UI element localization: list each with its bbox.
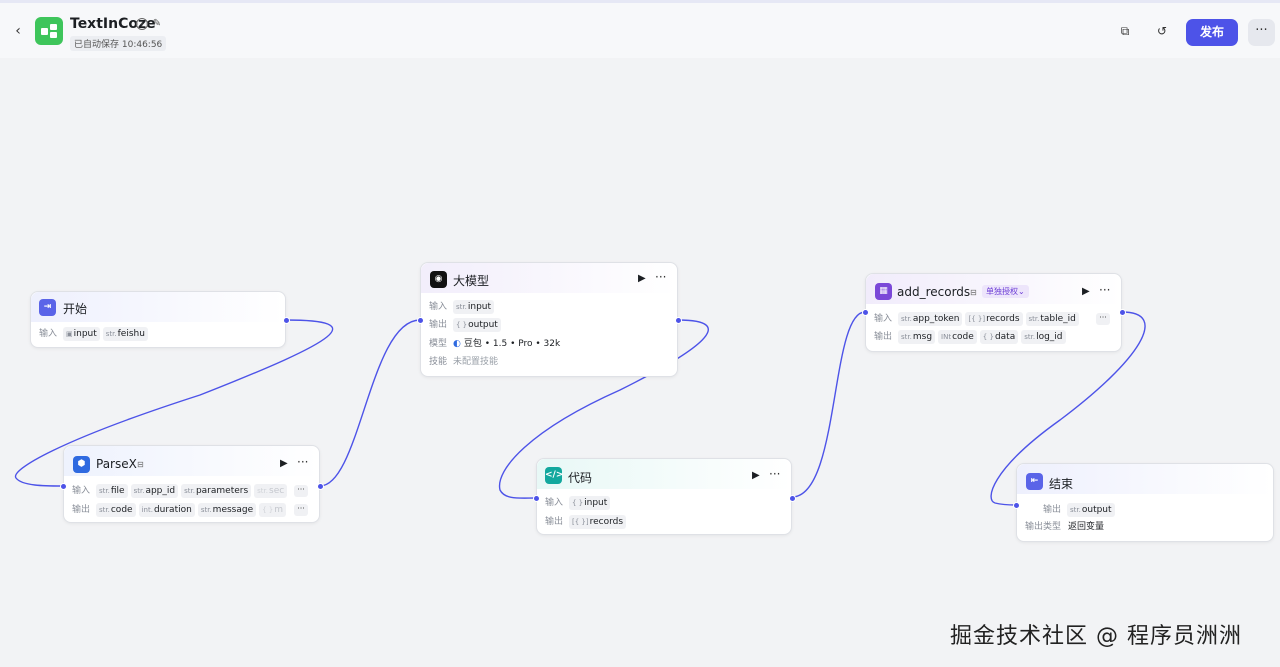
run-icon[interactable]: ▶ xyxy=(752,470,760,481)
output-port[interactable] xyxy=(1119,309,1126,316)
node-more-button[interactable]: ··· xyxy=(655,270,666,284)
info-icon[interactable]: i xyxy=(136,18,148,30)
add-records-node[interactable]: ▦ add_records ⊟ 单独授权⌄ ▶ ··· 输入 str.app_to… xyxy=(862,273,1126,352)
doc-icon: ⊟ xyxy=(970,288,977,297)
end-output-row: 输出 str.output xyxy=(1043,503,1118,517)
watermark: 掘金技术社区 @ 程序员洲洲 xyxy=(950,624,1242,649)
llm-skill-row: 技能 未配置技能 xyxy=(429,357,499,367)
doubao-icon: ◐ xyxy=(453,339,461,349)
app-logo xyxy=(35,17,63,45)
llm-output-row: 输出{ }output xyxy=(429,318,504,332)
edge-code-addrecords xyxy=(791,311,866,498)
chevron-left-icon[interactable]: ‹ xyxy=(10,23,26,39)
input-port[interactable] xyxy=(862,309,869,316)
llm-model-row: 模型 ◐ 豆包 • 1.5 • Pro • 32k xyxy=(429,339,561,349)
code-input-row: 输入{ }input xyxy=(545,496,613,510)
node-title: add_records xyxy=(897,285,971,299)
output-port[interactable] xyxy=(317,483,324,490)
run-icon[interactable]: ▶ xyxy=(280,458,288,469)
add-records-output-row: 输出 str.msg INtcode{ }data str.log_id xyxy=(874,330,1069,344)
more-options-button[interactable]: ··· xyxy=(1248,19,1275,46)
parsex-output-row: 输出 str.code int.duration str.message{ }m xyxy=(72,503,289,517)
node-more-button[interactable]: ··· xyxy=(1099,283,1110,297)
input-port[interactable] xyxy=(533,495,540,502)
run-icon[interactable]: ▶ xyxy=(638,273,646,284)
code-output-row: 输出[{ }]records xyxy=(545,515,629,529)
history-icon[interactable]: ↺ xyxy=(1155,24,1169,38)
node-more-button[interactable]: ··· xyxy=(297,455,308,469)
input-port[interactable] xyxy=(417,317,424,324)
code-icon: </> xyxy=(545,467,563,484)
node-title: 结束 xyxy=(1049,477,1074,491)
node-title: 大模型 xyxy=(453,274,490,288)
plugin-icon: ⬢ xyxy=(73,456,90,473)
node-title: 开始 xyxy=(63,302,88,316)
end-output-type-row: 输出类型 返回变量 xyxy=(1025,522,1105,532)
edit-icon[interactable]: ✎ xyxy=(151,18,163,30)
image-icon: ▣ xyxy=(66,330,73,338)
add-records-input-row: 输入 str.app_token[{ }]records str.table_id xyxy=(874,312,1082,326)
doc-icon: ⊟ xyxy=(137,460,144,469)
llm-node[interactable]: ◉ 大模型 ▶ ··· 输入 str.input 输出{ }output 模型 ◐ 豆… xyxy=(417,262,682,377)
copy-icon[interactable]: ⧉ xyxy=(1118,24,1132,38)
autosave-status: 已自动保存 10:46:56 xyxy=(70,36,167,51)
run-icon[interactable]: ▶ xyxy=(1082,286,1090,297)
auth-dropdown[interactable]: 单独授权⌄ xyxy=(982,285,1029,298)
start-input-row: 输入 ▣input str.feishu xyxy=(39,327,151,341)
llm-input-row: 输入 str.input xyxy=(429,300,497,314)
code-node[interactable]: </> 代码 ▶ ··· 输入{ }input 输出[{ }]records xyxy=(533,458,796,535)
node-title: 代码 xyxy=(568,471,593,485)
edge-parsex-llm xyxy=(319,319,421,487)
llm-icon: ◉ xyxy=(430,271,447,288)
table-icon: ▦ xyxy=(875,283,892,300)
input-port[interactable] xyxy=(60,483,67,490)
input-port[interactable] xyxy=(1013,502,1020,509)
start-icon: ⇥ xyxy=(39,299,56,316)
output-port[interactable] xyxy=(283,317,290,324)
node-more-button[interactable]: ··· xyxy=(769,467,780,481)
expand-inputs-button[interactable]: ··· xyxy=(1096,313,1110,325)
start-node[interactable]: ⇥ 开始 输入 ▣input str.feishu xyxy=(30,291,290,348)
end-icon: ⇤ xyxy=(1026,473,1043,490)
parsex-input-row: 输入 str.file str.app_id str.parameters str.se… xyxy=(72,484,290,498)
parsex-node[interactable]: ⬢ ParseX ⊟ ▶ ··· 输入 str.file str.app_id str… xyxy=(60,445,324,523)
output-port[interactable] xyxy=(675,317,682,324)
node-title: ParseX xyxy=(96,457,137,471)
end-node[interactable]: ⇤ 结束 输出 str.output 输出类型 返回变量 xyxy=(1013,463,1274,542)
expand-inputs-button[interactable]: ··· xyxy=(294,485,308,497)
output-port[interactable] xyxy=(789,495,796,502)
publish-button[interactable]: 发布 xyxy=(1186,19,1238,46)
top-bar: ‹ TextInCoze i ✎ 已自动保存 10:46:56 ⧉ ↺ 发布 ·… xyxy=(0,0,1280,58)
expand-outputs-button[interactable]: ··· xyxy=(294,504,308,516)
